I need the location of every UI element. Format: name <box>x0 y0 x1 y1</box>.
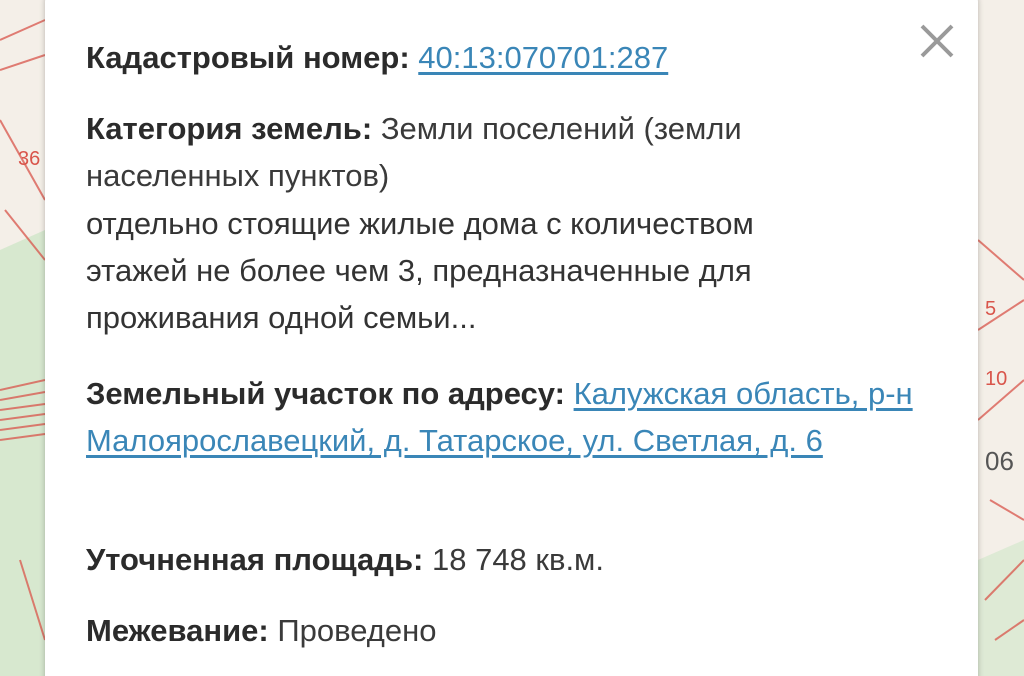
land-category-row: Категория земель: Земли поселений (земли… <box>86 105 846 199</box>
map-label: 10 <box>985 368 1007 390</box>
survey-label: Межевание: <box>86 613 269 648</box>
cadastral-number-label: Кадастровый номер: <box>86 40 410 75</box>
address-row: Земельный участок по адресу: Калужская о… <box>86 370 931 464</box>
cadastral-number-link[interactable]: 40:13:070701:287 <box>418 40 668 75</box>
address-label: Земельный участок по адресу: <box>86 376 565 411</box>
area-label: Уточненная площадь: <box>86 542 424 577</box>
area-row: Уточненная площадь: 18 748 кв.м. <box>86 536 936 583</box>
map-label: 5 <box>985 298 996 320</box>
land-category-label: Категория земель: <box>86 111 373 146</box>
map-label: 36 <box>18 148 40 170</box>
permitted-use-text: отдельно стоящие жилые дома с количество… <box>86 206 754 335</box>
survey-value: Проведено <box>277 613 437 648</box>
area-value: 18 748 кв.м. <box>431 542 604 577</box>
cadastral-number-row: Кадастровый номер: 40:13:070701:287 <box>86 34 936 81</box>
survey-row: Межевание: Проведено <box>86 607 936 654</box>
map-label: 06 <box>985 446 1014 476</box>
